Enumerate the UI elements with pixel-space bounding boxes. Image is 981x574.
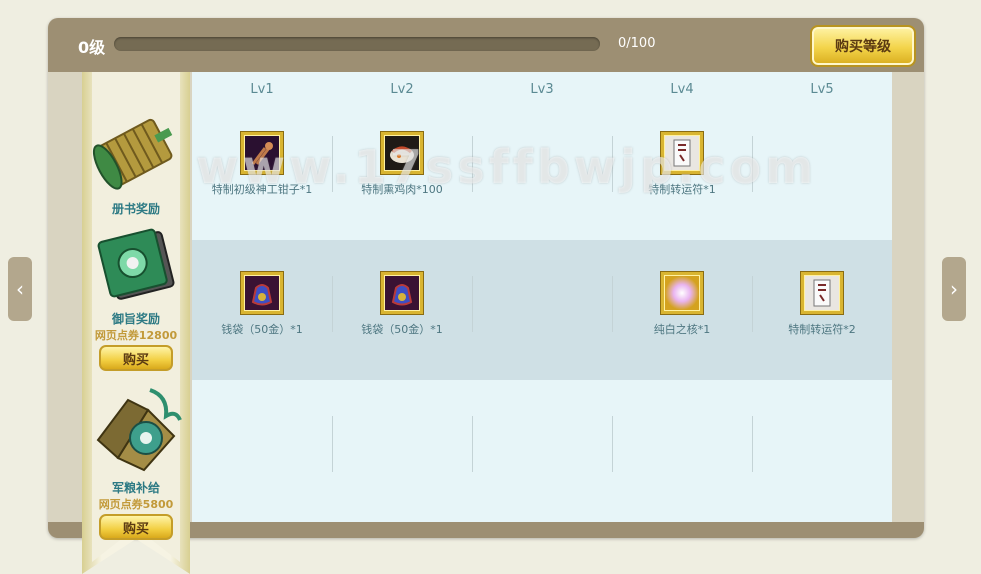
current-level: 0级 (78, 38, 106, 57)
column-divider (332, 416, 333, 472)
reward-item[interactable]: 钱袋（50金）*1 (332, 272, 472, 337)
reward-item-label: 特制转运符*2 (788, 323, 856, 336)
reward-item-label: 纯白之核*1 (653, 323, 711, 336)
buy-supply-button[interactable]: 购买 (99, 514, 173, 540)
xp-progress-text: 0/100 (618, 36, 656, 51)
column-divider (612, 416, 613, 472)
buy-level-button[interactable]: 购买等级 (810, 25, 916, 67)
reward-item-label: 钱袋（50金）*1 (361, 323, 443, 336)
column-divider (472, 276, 473, 332)
level-header-5: Lv5 (810, 82, 834, 97)
bamboo-scroll-icon (90, 106, 182, 198)
level-header-3: Lv3 (530, 82, 554, 97)
imperial-decree-icon (92, 222, 182, 306)
money-bag-icon (381, 272, 423, 314)
white-core-icon (661, 272, 703, 314)
reward-price-supply: 网页点券5800 (98, 498, 174, 511)
watermark: www.17ssffbwjp.com (196, 140, 818, 194)
level-header-1: Lv1 (250, 82, 274, 97)
column-divider (752, 416, 753, 472)
next-page-arrow[interactable]: › (942, 257, 966, 321)
prev-page-arrow[interactable]: ‹ (8, 257, 32, 321)
reward-item[interactable]: 纯白之核*1 (612, 272, 752, 337)
level-header-4: Lv4 (670, 82, 694, 97)
chevron-left-icon: ‹ (16, 277, 24, 301)
chevron-right-icon: › (950, 277, 958, 301)
money-bag-icon (241, 272, 283, 314)
column-divider (472, 416, 473, 472)
level-header-2: Lv2 (390, 82, 414, 97)
reward-price-decree: 网页点券12800 (94, 329, 178, 342)
luck-talisman-icon (801, 272, 843, 314)
reward-name-supply: 军粮补给 (111, 481, 160, 495)
xp-progress-bar (114, 37, 600, 51)
reward-item[interactable]: 钱袋（50金）*1 (192, 272, 332, 337)
reward-item-label: 钱袋（50金）*1 (221, 323, 303, 336)
buy-decree-button[interactable]: 购买 (99, 345, 173, 371)
panel-header: 0级 0/100 购买等级 (48, 18, 924, 72)
reward-name-decree: 御旨奖励 (111, 312, 160, 326)
reward-name-book: 册书奖励 (111, 202, 160, 216)
supply-chest-icon (88, 380, 184, 476)
reward-item[interactable]: 特制转运符*2 (752, 272, 892, 337)
